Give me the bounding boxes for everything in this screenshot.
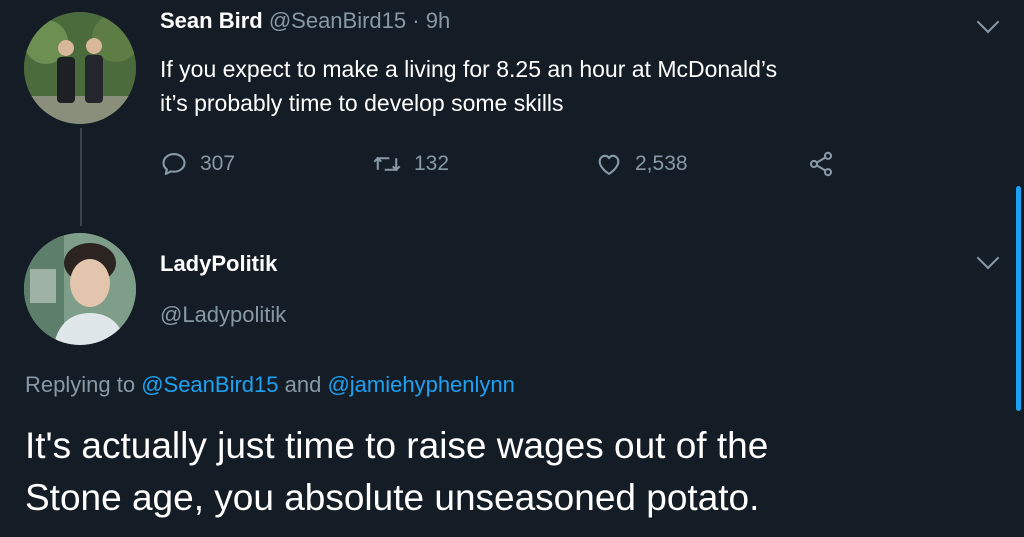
mention-link[interactable]: @SeanBird15 [141,372,278,397]
tweet-text-line: If you expect to make a living for 8.25 … [160,56,778,82]
avatar-photo-icon [24,12,136,124]
retweet-button[interactable]: 132 [372,150,449,178]
retweet-count: 132 [414,152,450,175]
reply-button[interactable]: 307 [160,150,235,178]
avatar-photo-icon [24,233,136,345]
like-count: 2,538 [635,152,688,175]
chevron-down-icon[interactable] [976,10,1000,34]
display-name[interactable]: LadyPolitik [160,251,277,277]
share-icon [809,151,833,177]
thread-connector [80,128,82,226]
mention-link[interactable]: @jamiehyphenlynn [327,372,514,397]
reply-count: 307 [200,152,236,175]
tweet-text: If you expect to make a living for 8.25 … [160,52,980,120]
separator: · [406,8,426,33]
reply-icon [162,153,186,175]
handle[interactable]: @Ladypolitik [160,302,286,328]
avatar[interactable] [24,233,136,345]
heart-icon [598,154,620,175]
replying-prefix: Replying to [25,372,142,397]
tweet-text: It's actually just time to raise wages o… [25,420,985,524]
handle[interactable]: @SeanBird15 [269,8,406,33]
like-button[interactable]: 2,538 [595,150,688,178]
tweet-text-line: Stone age, you absolute unseasoned potat… [25,477,760,518]
share-button[interactable] [807,150,835,178]
avatar[interactable] [24,12,136,124]
display-name[interactable]: Sean Bird [160,8,263,33]
chevron-down-icon[interactable] [976,246,1000,270]
timestamp[interactable]: 9h [426,8,450,33]
replying-to: Replying to @SeanBird15 and @jamiehyphen… [25,372,515,398]
tweet-header: Sean Bird @SeanBird15 · 9h [160,8,450,34]
tweet-text-line: It's actually just time to raise wages o… [25,425,769,466]
scrollbar[interactable] [1016,186,1021,411]
tweet-text-line: it’s probably time to develop some skill… [160,90,564,116]
timeline-screen: Sean Bird @SeanBird15 · 9h If you expect… [0,0,1024,537]
replying-joiner: and [278,372,328,397]
retweet-icon [373,156,401,172]
